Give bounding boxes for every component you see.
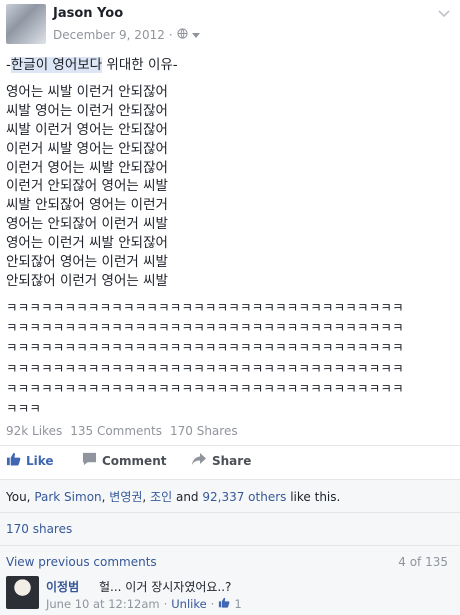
shares-count[interactable]: 170 Shares <box>170 424 238 438</box>
poem-line: 이런거 안되잖어 영어는 씨발 <box>6 178 168 195</box>
liker-link[interactable]: 조인 <box>150 490 172 504</box>
action-bar: Like Comment Share <box>6 452 446 474</box>
post-title: -한글이 영어보다 위대한 이유- <box>6 56 446 75</box>
like-button[interactable]: Like <box>6 452 54 469</box>
post-date[interactable]: December 9, 2012 <box>53 28 165 42</box>
laughter-line: ㅋㅋㅋㅋㅋㅋㅋㅋㅋㅋㅋㅋㅋㅋㅋㅋㅋㅋㅋㅋㅋㅋㅋㅋㅋㅋㅋㅋㅋㅋㅋㅋㅋㅋ <box>6 300 404 315</box>
share-label: Share <box>212 453 252 468</box>
divider <box>0 512 460 513</box>
laughter-line: ㅋㅋㅋ <box>6 401 42 417</box>
comments-count[interactable]: 135 Comments <box>70 424 162 438</box>
view-previous-comments[interactable]: View previous comments <box>6 555 157 569</box>
laughter-line: ㅋㅋㅋㅋㅋㅋㅋㅋㅋㅋㅋㅋㅋㅋㅋㅋㅋㅋㅋㅋㅋㅋㅋㅋㅋㅋㅋㅋㅋㅋㅋㅋㅋㅋ <box>6 360 404 376</box>
author-name[interactable]: Jason Yoo <box>53 6 123 21</box>
thumbs-up-icon <box>6 452 21 469</box>
likers-and: and <box>172 490 203 504</box>
chevron-down-icon[interactable] <box>438 8 450 21</box>
laughter-line: ㅋㅋㅋㅋㅋㅋㅋㅋㅋㅋㅋㅋㅋㅋㅋㅋㅋㅋㅋㅋㅋㅋㅋㅋㅋㅋㅋㅋㅋㅋㅋㅋㅋㅋ <box>6 380 404 396</box>
title-suffix: 위대한 이유- <box>102 57 178 73</box>
comment-page-count: 4 of 135 <box>398 555 448 569</box>
shares-link[interactable]: 170 shares <box>6 522 72 536</box>
privacy-dropdown-icon[interactable] <box>191 28 200 42</box>
commenter-avatar[interactable] <box>6 576 39 609</box>
poem-line: 이런거 영어는 씨발 안되잖어 <box>6 159 168 176</box>
meta-separator: · <box>168 28 173 42</box>
comment-button[interactable]: Comment <box>82 452 166 469</box>
poem: 영어는 씨발 이런거 안되잖어 씨발 영어는 이런거 안되잖어 씨발 이런거 영… <box>6 83 446 291</box>
comment-time[interactable]: June 10 at 12:12am <box>46 597 160 611</box>
laughter-block: ㅋㅋㅋㅋㅋㅋㅋㅋㅋㅋㅋㅋㅋㅋㅋㅋㅋㅋㅋㅋㅋㅋㅋㅋㅋㅋㅋㅋㅋㅋㅋㅋㅋㅋ ㅋㅋㅋㅋㅋ… <box>6 298 446 419</box>
divider <box>0 445 460 446</box>
poem-line: 영어는 안되잖어 이런거 씨발 <box>6 216 168 233</box>
others-link[interactable]: 92,337 others <box>202 490 286 504</box>
poem-line: 씨발 이런거 영어는 안되잖어 <box>6 121 168 138</box>
likers-sep: , <box>142 490 151 504</box>
likes-count[interactable]: 92k Likes <box>6 424 62 438</box>
likers-prefix: You, <box>6 490 35 504</box>
poem-line: 영어는 이런거 씨발 안되잖어 <box>6 235 168 252</box>
author-avatar[interactable] <box>6 4 46 44</box>
meta-separator: · <box>210 597 215 611</box>
globe-icon <box>177 28 188 42</box>
post-meta: December 9, 2012 · <box>53 28 200 42</box>
divider <box>0 479 460 480</box>
thumbs-up-icon[interactable] <box>218 597 230 611</box>
likers-summary: You, Park Simon, 변영권, 조인 and 92,337 othe… <box>6 488 340 505</box>
divider <box>0 545 460 546</box>
poem-line: 영어는 씨발 이런거 안되잖어 <box>6 83 168 100</box>
unlike-link[interactable]: Unlike <box>171 597 206 611</box>
liker-link[interactable]: Park Simon <box>34 490 101 504</box>
comment-like-count: 1 <box>234 597 242 611</box>
liker-link[interactable]: 변영권 <box>109 490 142 504</box>
poem-line: 이런거 씨발 영어는 안되잖어 <box>6 140 168 157</box>
title-highlight: 한글이 영어보다 <box>10 57 103 73</box>
poem-line: 씨발 영어는 이런거 안되잖어 <box>6 102 168 119</box>
poem-line: 씨발 안되잖어 영어는 이런거 <box>6 197 168 214</box>
comment-meta: June 10 at 12:12am · Unlike · 1 <box>46 597 242 611</box>
comment-label: Comment <box>102 453 167 468</box>
share-button[interactable]: Share <box>191 452 251 469</box>
likers-suffix: like this. <box>286 490 341 504</box>
commenter-name[interactable]: 이정범 <box>46 578 79 595</box>
laughter-line: ㅋㅋㅋㅋㅋㅋㅋㅋㅋㅋㅋㅋㅋㅋㅋㅋㅋㅋㅋㅋㅋㅋㅋㅋㅋㅋㅋㅋㅋㅋㅋㅋㅋㅋ <box>6 320 404 336</box>
share-arrow-icon <box>191 452 207 469</box>
post-header: Jason Yoo December 9, 2012 · <box>6 4 454 46</box>
post-body: -한글이 영어보다 위대한 이유- 영어는 씨발 이런거 안되잖어 씨발 영어는… <box>6 56 446 291</box>
poem-line: 안되잖어 이런거 영어는 씨발 <box>6 272 168 289</box>
comment-text: 헐... 이거 장시자였어요..? <box>99 580 232 594</box>
like-label: Like <box>26 453 54 468</box>
meta-separator: · <box>163 597 168 611</box>
comment-icon <box>82 452 97 469</box>
post-card: Jason Yoo December 9, 2012 · -한글이 영어보다 위… <box>0 0 460 615</box>
poem-line: 안되잖어 영어는 이런거 씨발 <box>6 254 168 271</box>
laughter-line: ㅋㅋㅋㅋㅋㅋㅋㅋㅋㅋㅋㅋㅋㅋㅋㅋㅋㅋㅋㅋㅋㅋㅋㅋㅋㅋㅋㅋㅋㅋㅋㅋㅋㅋ <box>6 340 404 356</box>
post-stats: 92k Likes 135 Comments 170 Shares <box>6 424 238 438</box>
